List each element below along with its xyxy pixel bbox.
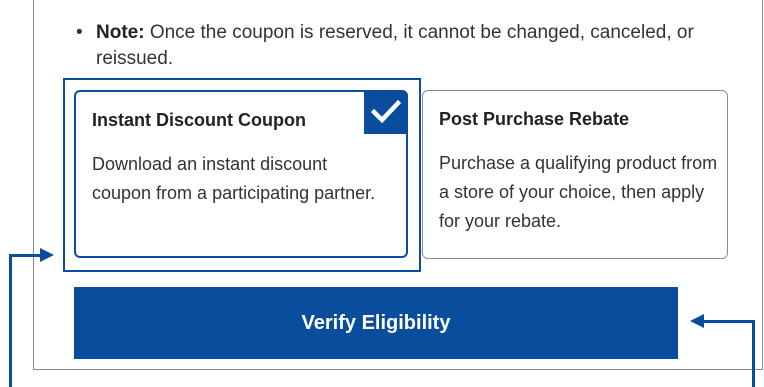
note-text: Once the coupon is reserved, it cannot b… <box>96 22 694 69</box>
checkmark-icon <box>364 90 408 134</box>
option-description: Purchase a qualifying product from a sto… <box>439 153 718 231</box>
verify-eligibility-button[interactable]: Verify Eligibility <box>74 287 678 359</box>
note-bullet: • <box>76 22 83 43</box>
option-title: Instant Discount Coupon <box>92 110 306 130</box>
coupon-note: • Note: Once the coupon is reserved, it … <box>76 20 696 72</box>
option-card-post-purchase-rebate[interactable]: Post Purchase Rebate Purchase a qualifyi… <box>422 90 728 259</box>
option-title: Post Purchase Rebate <box>439 109 630 129</box>
option-card-instant-discount[interactable]: Instant Discount Coupon Download an inst… <box>74 90 408 258</box>
note-text-block: Note: Once the coupon is reserved, it ca… <box>96 20 696 72</box>
option-description: Download an instant discount coupon from… <box>92 154 376 203</box>
note-label: Note: <box>96 22 145 43</box>
